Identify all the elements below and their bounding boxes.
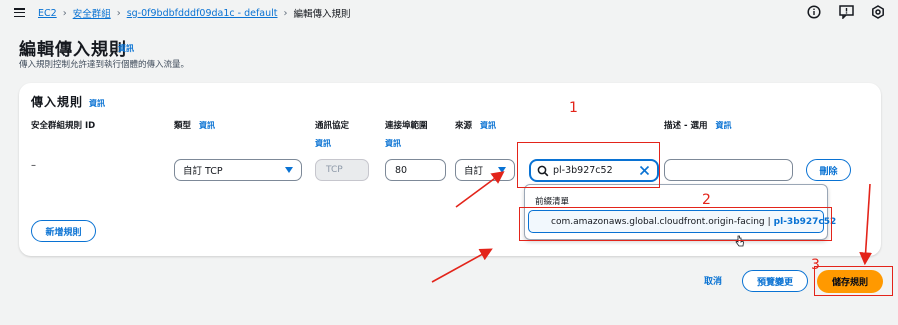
delete-rule-button[interactable]: 刪除 xyxy=(806,159,851,181)
chevron-right-icon: › xyxy=(283,7,288,19)
rule-id-value: – xyxy=(31,160,36,171)
caret-down-icon xyxy=(285,167,293,173)
protocol-value: TCP xyxy=(326,165,343,175)
top-navigation-bar: EC2 › 安全群組 › sg-0f9bdbfdddf09da1c - defa… xyxy=(0,0,898,26)
protocol-info-link[interactable]: 資訊 xyxy=(315,138,331,149)
menu-icon[interactable] xyxy=(14,8,25,18)
panel-info-link[interactable]: 資訊 xyxy=(89,98,105,109)
col-header-port-range: 連接埠範圍 xyxy=(385,121,428,131)
page-info-link[interactable]: 資訊 xyxy=(118,43,134,54)
annotation-box-1 xyxy=(517,142,660,188)
preview-changes-button[interactable]: 預覽變更 xyxy=(742,270,808,292)
protocol-input: TCP xyxy=(315,159,369,181)
chevron-right-icon: › xyxy=(116,7,121,19)
description-input[interactable] xyxy=(664,159,793,181)
col-header-source: 來源 資訊 xyxy=(455,121,497,131)
breadcrumb: EC2 › 安全群組 › sg-0f9bdbfdddf09da1c - defa… xyxy=(38,6,351,21)
caret-down-icon xyxy=(498,167,506,173)
cancel-button[interactable]: 取消 xyxy=(704,274,722,287)
port-range-value: 80 xyxy=(395,164,408,176)
settings-icon[interactable] xyxy=(870,4,886,20)
panel-title: 傳入規則 xyxy=(31,95,84,109)
annotation-number-2: 2 xyxy=(702,192,711,208)
breadcrumb-security-groups[interactable]: 安全群組 xyxy=(73,6,111,20)
source-type-select[interactable]: 自訂 xyxy=(455,159,515,181)
annotation-box-2 xyxy=(519,207,832,241)
source-type-value: 自訂 xyxy=(464,166,484,177)
port-range-info-link[interactable]: 資訊 xyxy=(385,138,401,149)
type-select-value: 自訂 TCP xyxy=(183,166,223,177)
breadcrumb-security-group[interactable]: sg-0f9bdbfdddf09da1c - default xyxy=(127,8,278,19)
col-header-protocol: 通訊協定 xyxy=(315,121,350,131)
source-info-link[interactable]: 資訊 xyxy=(480,121,496,130)
type-info-link[interactable]: 資訊 xyxy=(199,121,215,130)
annotation-box-3 xyxy=(814,266,893,296)
annotation-number-1: 1 xyxy=(569,100,578,116)
info-circle-icon[interactable] xyxy=(806,4,822,20)
col-header-description: 描述 - 選用 資訊 xyxy=(664,121,732,131)
page-title: 編輯傳入規則 xyxy=(19,40,127,60)
top-icons xyxy=(806,4,886,20)
col-header-rule-id: 安全群組規則 ID xyxy=(31,121,96,131)
annotation-number-3: 3 xyxy=(811,257,820,273)
col-header-type: 類型 資訊 xyxy=(174,121,216,131)
port-range-input[interactable]: 80 xyxy=(385,159,446,181)
chevron-right-icon: › xyxy=(62,7,67,19)
description-info-link[interactable]: 資訊 xyxy=(715,121,731,130)
type-select[interactable]: 自訂 TCP xyxy=(174,159,302,181)
page-description: 傳入規則控制允許達到執行個體的傳入流量。 xyxy=(19,60,190,70)
breadcrumb-current: 編輯傳入規則 xyxy=(293,9,351,20)
dropdown-group-header: 前綴清單 xyxy=(535,197,570,207)
feedback-icon[interactable] xyxy=(838,4,854,20)
breadcrumb-ec2[interactable]: EC2 xyxy=(38,8,57,19)
add-rule-button[interactable]: 新增規則 xyxy=(31,220,96,242)
